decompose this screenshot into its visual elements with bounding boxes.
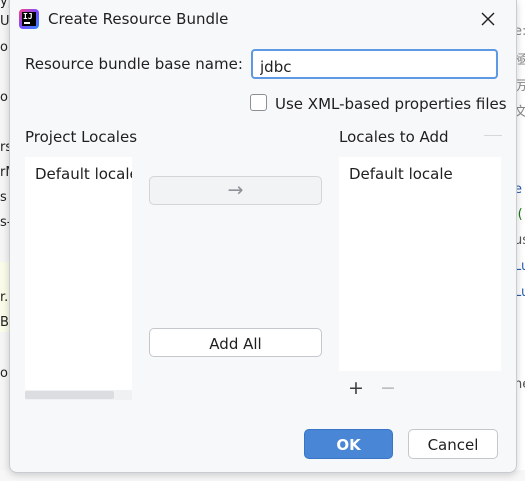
base-name-input[interactable]	[251, 49, 498, 79]
close-button[interactable]	[474, 6, 502, 32]
dialog-titlebar[interactable]: IJ Create Resource Bundle	[10, 0, 516, 38]
list-item[interactable]: Default locale	[349, 165, 453, 183]
add-all-button[interactable]: Add All	[149, 328, 322, 357]
arrow-right-icon: →	[227, 179, 244, 201]
add-all-label: Add All	[209, 335, 262, 353]
ok-label: OK	[336, 436, 361, 454]
locales-to-add-list[interactable]: Default locale	[339, 157, 501, 371]
locales-to-add-header: Locales to Add	[339, 128, 449, 146]
base-name-label: Resource bundle base name:	[25, 55, 243, 73]
close-icon	[481, 12, 495, 26]
list-item[interactable]: Default locale	[35, 165, 132, 183]
project-locales-list[interactable]: Default locale	[25, 157, 132, 400]
xml-properties-label[interactable]: Use XML-based properties files	[275, 95, 507, 113]
cancel-label: Cancel	[427, 436, 479, 454]
project-locales-header: Project Locales	[25, 128, 138, 146]
intellij-app-icon: IJ	[19, 9, 39, 29]
xml-properties-checkbox[interactable]	[250, 94, 267, 111]
scrollbar-thumb[interactable]	[25, 391, 114, 399]
create-resource-bundle-dialog: IJ Create Resource Bundle Resource bundl…	[9, 0, 517, 473]
move-to-add-button[interactable]: →	[149, 176, 322, 205]
horizontal-scrollbar[interactable]	[25, 390, 132, 400]
dialog-title: Create Resource Bundle	[48, 10, 229, 28]
ok-button[interactable]: OK	[304, 429, 393, 459]
cancel-button[interactable]: Cancel	[408, 429, 498, 459]
add-locale-icon[interactable]: +	[348, 379, 364, 398]
remove-locale-icon[interactable]: −	[380, 379, 396, 398]
header-separator	[484, 135, 502, 136]
